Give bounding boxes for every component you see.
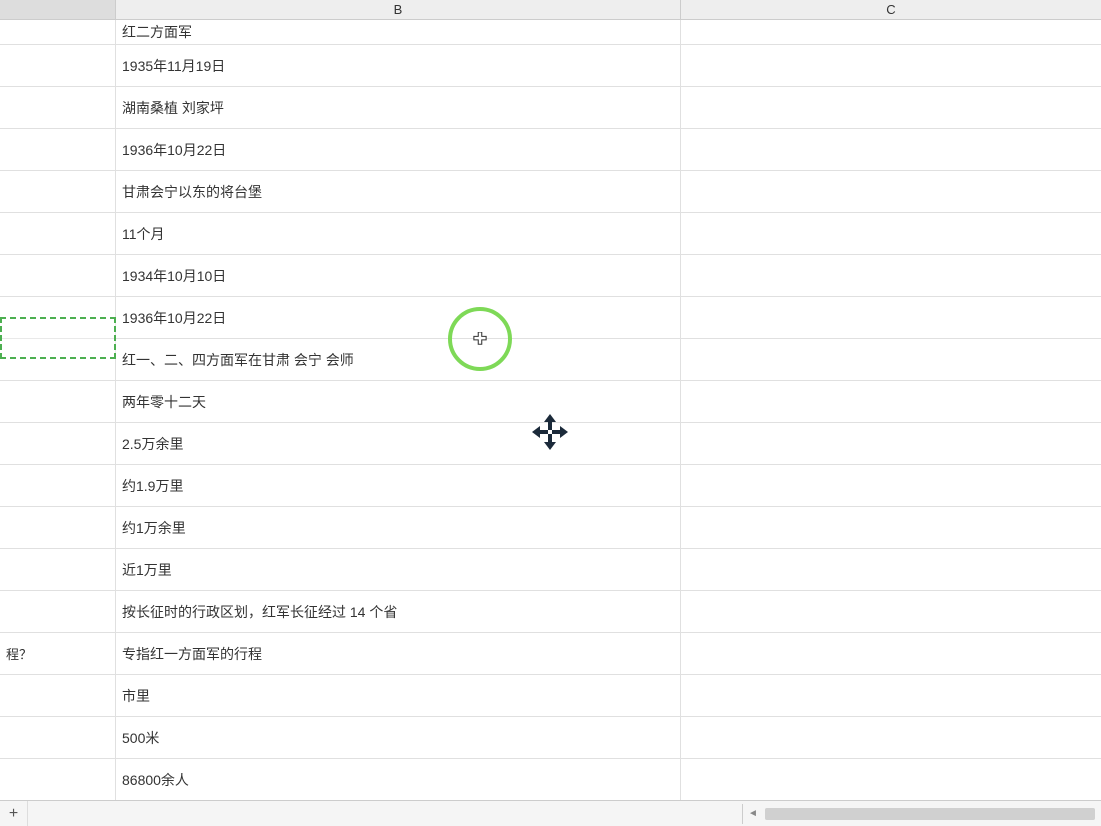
cell-a[interactable]	[0, 675, 116, 716]
cell-c[interactable]	[681, 675, 1101, 716]
cell-a[interactable]	[0, 45, 116, 86]
cell-c[interactable]	[681, 20, 1101, 44]
cell-c[interactable]	[681, 255, 1101, 296]
column-header-a[interactable]	[0, 0, 116, 19]
cell-a[interactable]	[0, 20, 116, 44]
table-row[interactable]: 湖南桑植 刘家坪	[0, 87, 1101, 129]
cell-a[interactable]	[0, 591, 116, 632]
cell-c[interactable]	[681, 507, 1101, 548]
column-headers: B C	[0, 0, 1101, 20]
cell-b[interactable]: 两年零十二天	[116, 381, 681, 422]
cell-a[interactable]	[0, 129, 116, 170]
cell-c[interactable]	[681, 717, 1101, 758]
table-row[interactable]: 11个月	[0, 213, 1101, 255]
scrollbar-track[interactable]	[765, 808, 1095, 820]
table-row[interactable]: 按长征时的行政区划，红军长征经过 14 个省	[0, 591, 1101, 633]
cell-a[interactable]	[0, 171, 116, 212]
cell-b[interactable]: 1934年10月10日	[116, 255, 681, 296]
cell-b[interactable]: 约1万余里	[116, 507, 681, 548]
table-row[interactable]: 市里	[0, 675, 1101, 717]
cell-b[interactable]: 红一、二、四方面军在甘肃 会宁 会师	[116, 339, 681, 380]
cell-b[interactable]: 湖南桑植 刘家坪	[116, 87, 681, 128]
table-row[interactable]: 2.5万余里	[0, 423, 1101, 465]
column-header-c[interactable]: C	[681, 0, 1101, 19]
table-row[interactable]: 1934年10月10日	[0, 255, 1101, 297]
table-row[interactable]: 两年零十二天	[0, 381, 1101, 423]
table-row[interactable]: 86800余人	[0, 759, 1101, 800]
cell-c[interactable]	[681, 45, 1101, 86]
cell-a[interactable]	[0, 759, 116, 800]
spreadsheet: B C 红二方面军 1935年11月19日 湖南桑植 刘家坪 1936年10月2…	[0, 0, 1101, 826]
cell-b[interactable]: 红二方面军	[116, 20, 681, 44]
cell-a[interactable]	[0, 423, 116, 464]
cell-b[interactable]: 1936年10月22日	[116, 129, 681, 170]
cell-a[interactable]	[0, 339, 116, 380]
cell-c[interactable]	[681, 591, 1101, 632]
table-row[interactable]: 约1万余里	[0, 507, 1101, 549]
sheet-tab-bar: + ◄	[0, 800, 1101, 826]
cell-b[interactable]: 市里	[116, 675, 681, 716]
cell-b[interactable]: 11个月	[116, 213, 681, 254]
cell-b[interactable]: 近1万里	[116, 549, 681, 590]
cell-b[interactable]: 2.5万余里	[116, 423, 681, 464]
scroll-left-icon[interactable]: ◄	[747, 808, 759, 819]
cell-b[interactable]: 86800余人	[116, 759, 681, 800]
table-row[interactable]: 500米	[0, 717, 1101, 759]
cell-c[interactable]	[681, 381, 1101, 422]
cell-a[interactable]	[0, 87, 116, 128]
cell-c[interactable]	[681, 213, 1101, 254]
divider	[742, 804, 743, 824]
cell-c[interactable]	[681, 297, 1101, 338]
cell-c[interactable]	[681, 171, 1101, 212]
cell-b[interactable]: 1935年11月19日	[116, 45, 681, 86]
cell-a[interactable]: 程？	[0, 633, 116, 674]
grid-body[interactable]: 红二方面军 1935年11月19日 湖南桑植 刘家坪 1936年10月22日 甘…	[0, 20, 1101, 800]
add-sheet-button[interactable]: +	[0, 801, 28, 826]
cell-c[interactable]	[681, 465, 1101, 506]
table-row[interactable]: 约1.9万里	[0, 465, 1101, 507]
cell-a[interactable]	[0, 213, 116, 254]
cell-b[interactable]: 500米	[116, 717, 681, 758]
table-row[interactable]: 1936年10月22日	[0, 129, 1101, 171]
table-row[interactable]: 近1万里	[0, 549, 1101, 591]
cell-a[interactable]	[0, 507, 116, 548]
table-row[interactable]: 1936年10月22日	[0, 297, 1101, 339]
cell-c[interactable]	[681, 633, 1101, 674]
cell-b[interactable]: 1936年10月22日	[116, 297, 681, 338]
cell-a[interactable]	[0, 717, 116, 758]
cell-a[interactable]	[0, 549, 116, 590]
cell-a[interactable]	[0, 297, 116, 338]
cell-c[interactable]	[681, 549, 1101, 590]
cell-a[interactable]	[0, 255, 116, 296]
horizontal-scroll: ◄	[738, 801, 1101, 826]
cell-a[interactable]	[0, 465, 116, 506]
cell-b[interactable]: 专指红一方面军的行程	[116, 633, 681, 674]
cell-b[interactable]: 甘肃会宁以东的将台堡	[116, 171, 681, 212]
cell-c[interactable]	[681, 87, 1101, 128]
cell-a[interactable]	[0, 381, 116, 422]
cell-c[interactable]	[681, 129, 1101, 170]
cell-c[interactable]	[681, 423, 1101, 464]
cell-c[interactable]	[681, 759, 1101, 800]
scrollbar-thumb[interactable]	[765, 808, 1095, 820]
table-row[interactable]: 甘肃会宁以东的将台堡	[0, 171, 1101, 213]
table-row[interactable]: 程？ 专指红一方面军的行程	[0, 633, 1101, 675]
column-header-b[interactable]: B	[116, 0, 681, 19]
cell-b[interactable]: 按长征时的行政区划，红军长征经过 14 个省	[116, 591, 681, 632]
table-row[interactable]: 红一、二、四方面军在甘肃 会宁 会师	[0, 339, 1101, 381]
table-row[interactable]: 1935年11月19日	[0, 45, 1101, 87]
cell-b[interactable]: 约1.9万里	[116, 465, 681, 506]
cell-c[interactable]	[681, 339, 1101, 380]
table-row[interactable]: 红二方面军	[0, 20, 1101, 45]
